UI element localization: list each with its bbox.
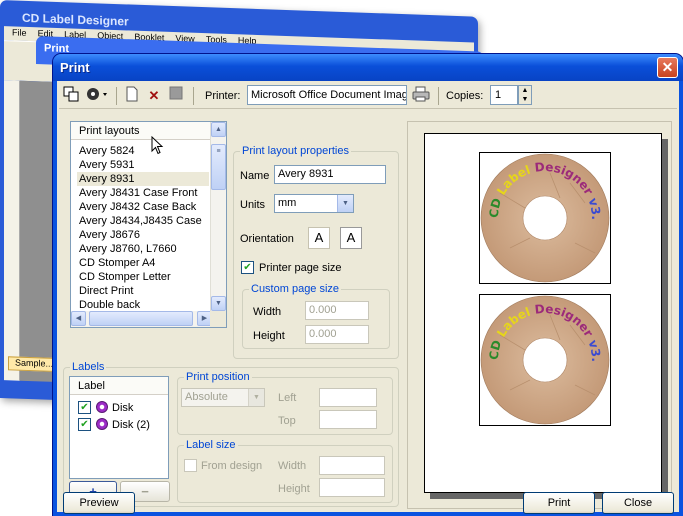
layout-item[interactable]: Avery J8431 Case Front xyxy=(77,186,209,200)
layout-item[interactable]: Avery J8760, L7660 xyxy=(77,242,209,256)
menu-file[interactable]: File xyxy=(12,27,27,38)
units-label: Units xyxy=(240,199,266,211)
dialog-close-icon[interactable]: ✕ xyxy=(657,57,678,78)
dialog-titlebar: Print ✕ xyxy=(53,54,683,81)
layout-properties-legend: Print layout properties xyxy=(240,145,351,157)
height-field[interactable]: 0.000 xyxy=(305,325,369,344)
print-layouts-list[interactable]: Print layouts Avery 5824 Avery 5931 Aver… xyxy=(70,121,227,328)
hscroll-thumb[interactable] xyxy=(89,311,193,326)
spin-down-icon[interactable]: ▼ xyxy=(519,95,531,104)
from-design-checkbox[interactable]: ✔ xyxy=(184,459,197,472)
orientation-label: Orientation xyxy=(240,233,294,245)
width-field[interactable]: 0.000 xyxy=(305,301,369,320)
printer-page-size-label: Printer page size xyxy=(259,262,342,274)
disk-icon xyxy=(96,418,108,430)
close-button[interactable]: Close xyxy=(602,492,674,514)
wizard-icon[interactable] xyxy=(85,86,111,106)
custom-page-size-legend: Custom page size xyxy=(249,283,342,295)
top-label: Top xyxy=(278,415,296,427)
layout-properties-group: Print layout properties Name Avery 8931 … xyxy=(233,145,399,359)
printer-icon[interactable] xyxy=(411,86,431,106)
position-mode-value: Absolute xyxy=(185,391,228,403)
labels-header: Label xyxy=(70,377,168,395)
vertical-ruler xyxy=(4,80,20,381)
labels-list[interactable]: Label ✔ Disk ✔ Disk (2) xyxy=(69,376,169,479)
top-field[interactable] xyxy=(319,410,377,429)
disk-icon xyxy=(96,401,108,413)
label-frame: CD Label Designer v3.0 xyxy=(476,284,611,426)
label-size-group: Label size ✔ From design Width Height xyxy=(177,439,393,503)
layout-item[interactable]: Direct Print xyxy=(77,284,209,298)
print-layouts-header: Print layouts xyxy=(71,122,212,140)
layout-item[interactable]: Double back xyxy=(77,298,209,312)
layouts-horizontal-scrollbar[interactable]: ◀ ▶ xyxy=(71,311,212,327)
dialog-client-area: ✕ Printer: Microsoft Office Document Ima… xyxy=(57,81,679,514)
dialog-title: Print xyxy=(60,60,90,75)
print-button[interactable]: Print xyxy=(523,492,595,514)
layout-item[interactable]: Avery J8676 xyxy=(77,228,209,242)
preview-paper: CD Label Designer v3.0 xyxy=(424,133,662,493)
disc-preview-1: CD Label Designer v3.0 xyxy=(476,142,610,283)
print-dialog: Print ✕ ✕ Printer: Microsoft Office Docu… xyxy=(53,54,683,516)
printer-label: Printer: xyxy=(205,90,241,102)
left-field[interactable] xyxy=(319,388,377,407)
units-value: mm xyxy=(278,197,297,209)
copies-spinner[interactable]: ▲ ▼ xyxy=(518,85,532,105)
layout-item[interactable]: Avery 5824 xyxy=(77,144,209,158)
delete-layout-icon[interactable]: ✕ xyxy=(144,86,164,106)
preview-button[interactable]: Preview xyxy=(63,492,135,514)
portrait-orientation-icon[interactable]: A xyxy=(308,227,330,249)
custom-page-size-group: Custom page size Width 0.000 Height 0.00… xyxy=(242,283,390,349)
print-position-group: Print position Absolute ▼ Left Top xyxy=(177,371,393,435)
printer-field[interactable]: Microsoft Office Document Image Writer xyxy=(247,85,407,105)
label-size-legend: Label size xyxy=(184,439,238,451)
chevron-down-icon[interactable]: ▼ xyxy=(248,389,264,406)
units-dropdown[interactable]: mm ▼ xyxy=(274,194,354,213)
layout-item-selected[interactable]: Avery 8931 xyxy=(77,172,209,186)
left-label: Left xyxy=(278,392,297,404)
labels-legend: Labels xyxy=(70,361,107,373)
print-preview-panel: CD Label Designer v3.0 xyxy=(407,121,672,509)
layout-item[interactable]: Avery J8434,J8435 Case xyxy=(77,214,209,228)
layout-item[interactable]: CD Stomper A4 xyxy=(77,256,209,270)
print-position-legend: Print position xyxy=(184,371,252,383)
position-mode-dropdown[interactable]: Absolute ▼ xyxy=(181,388,265,407)
size-height-field[interactable] xyxy=(319,478,385,497)
label-frame: CD Label Designer v3.0 xyxy=(476,142,611,284)
scroll-thumb[interactable]: ≡ xyxy=(211,144,226,190)
from-design-label: From design xyxy=(201,460,263,472)
layout-icon[interactable] xyxy=(61,86,81,106)
size-width-field[interactable] xyxy=(319,456,385,475)
layout-item[interactable]: CD Stomper Letter xyxy=(77,270,209,284)
layout-item[interactable]: Avery 5931 xyxy=(77,158,209,172)
landscape-orientation-icon[interactable]: A xyxy=(340,227,362,249)
layout-item[interactable]: Avery J8432 Case Back xyxy=(77,200,209,214)
size-height-label: Height xyxy=(278,483,310,495)
chevron-down-icon[interactable]: ▼ xyxy=(337,195,353,212)
background-app-title: CD Label Designer xyxy=(22,10,129,29)
save-layout-icon[interactable] xyxy=(166,86,186,106)
name-field[interactable]: Avery 8931 xyxy=(274,165,386,184)
new-layout-icon[interactable] xyxy=(122,86,142,106)
name-label: Name xyxy=(240,170,270,182)
size-width-label: Width xyxy=(278,460,307,472)
scroll-down-icon[interactable]: ▼ xyxy=(211,296,226,311)
label-item-text: Disk xyxy=(112,402,134,414)
label-checkbox[interactable]: ✔ xyxy=(78,401,91,414)
spin-up-icon[interactable]: ▲ xyxy=(519,86,531,95)
width-label: Width xyxy=(253,306,282,318)
scroll-left-icon[interactable]: ◀ xyxy=(71,311,86,326)
height-label: Height xyxy=(253,330,285,342)
copies-label: Copies: xyxy=(446,90,484,102)
mouse-cursor-icon xyxy=(151,136,164,155)
layouts-vertical-scrollbar[interactable]: ▲ ≡ ▼ xyxy=(210,122,226,311)
print-toolbar: ✕ Printer: Microsoft Office Document Ima… xyxy=(59,83,677,109)
printer-page-size-checkbox[interactable]: ✔ xyxy=(241,261,254,274)
document-tab[interactable]: Sample... xyxy=(8,356,58,373)
copies-field[interactable]: 1 xyxy=(490,85,518,105)
disc-preview-2: CD Label Designer v3.0 xyxy=(476,284,610,425)
label-item-text: Disk (2) xyxy=(112,419,150,431)
scroll-up-icon[interactable]: ▲ xyxy=(211,122,226,137)
label-checkbox[interactable]: ✔ xyxy=(78,418,91,431)
